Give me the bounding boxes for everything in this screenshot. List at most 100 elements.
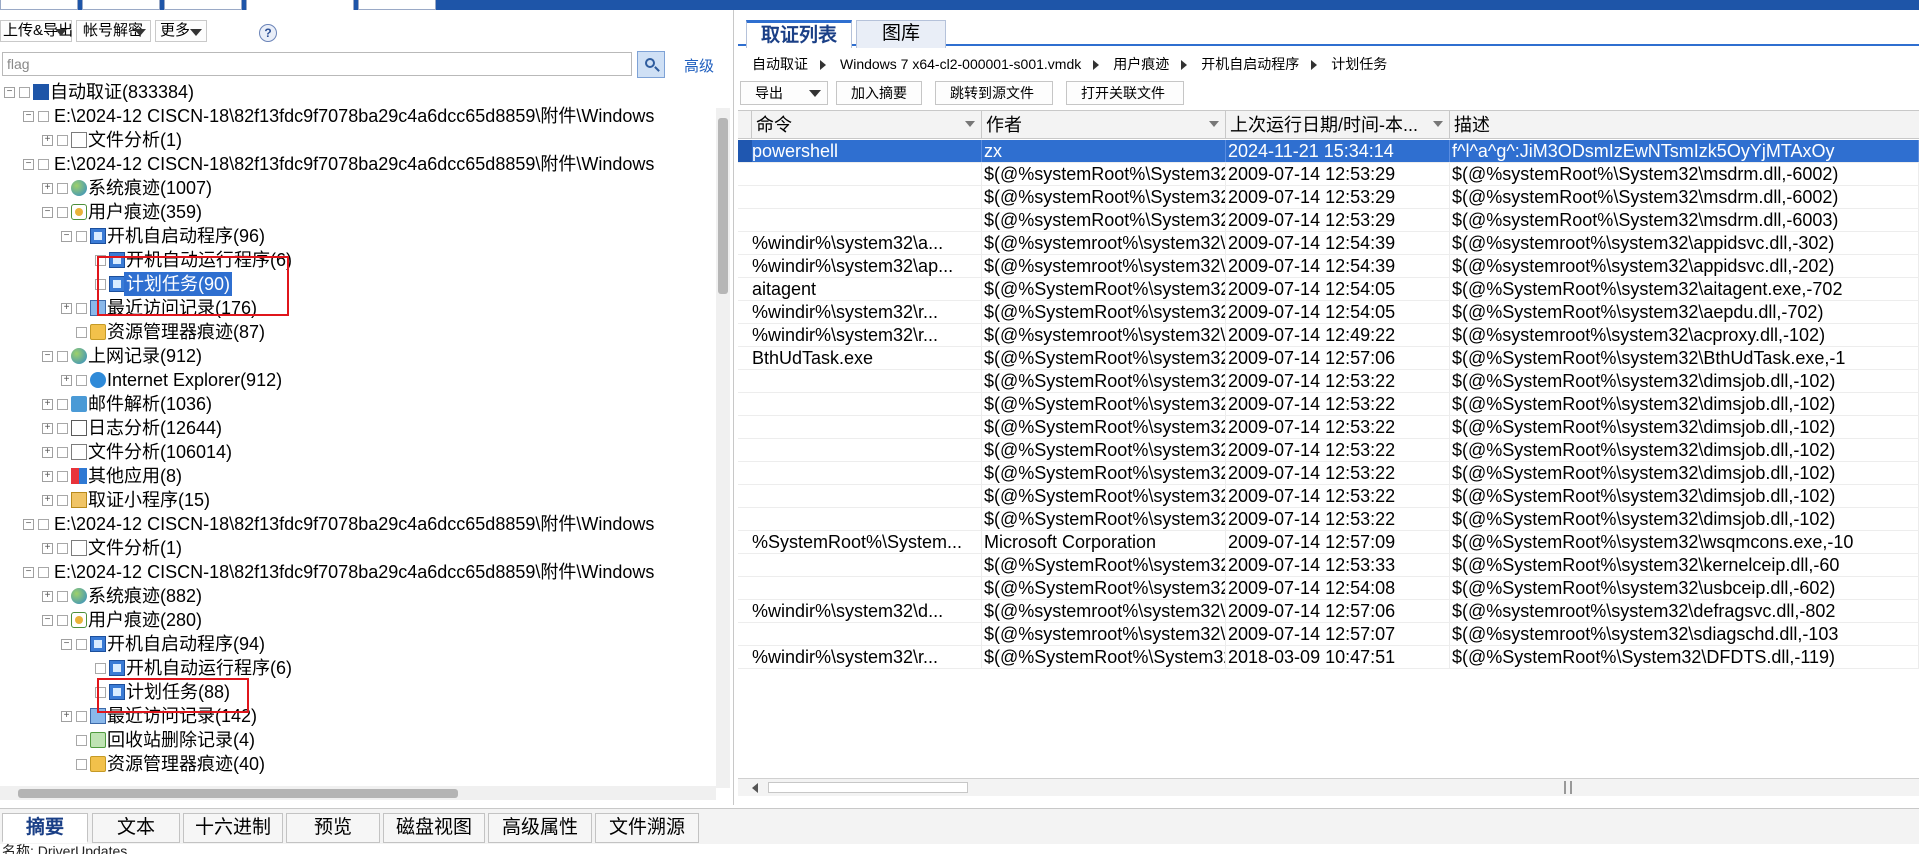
expand-icon[interactable]: + [42,183,53,194]
table-horizontal-scrollbar[interactable] [738,778,1919,796]
collapse-icon[interactable]: − [23,519,34,530]
row-indicator[interactable] [738,508,752,530]
collapse-icon[interactable]: − [42,207,53,218]
search-input[interactable] [2,52,632,76]
add-summary-button[interactable]: 加入摘要 [836,81,922,105]
expand-icon[interactable]: + [61,375,72,386]
table-row[interactable]: $(@%SystemRoot%\system32\... 2009-07-14 1… [738,393,1919,416]
tab-hex[interactable]: 十六进制 [183,813,283,843]
table-row[interactable]: powershell zx 2024-11-21 15:34:14 f^l^a^g^:… [738,140,1919,163]
tree-checkbox[interactable] [38,111,49,122]
breadcrumb-item[interactable]: 用户痕迹 [1113,56,1169,72]
collapse-icon[interactable]: − [4,87,15,98]
tab-disk-view[interactable]: 磁盘视图 [383,813,485,843]
collapse-icon[interactable]: − [23,159,34,170]
tree-node[interactable]: 资源管理器痕迹(40) [0,752,708,776]
tree-node-label[interactable]: 开机自动运行程序(6) [124,656,294,680]
table-row[interactable]: BthUdTask.exe$(@%SystemRoot%\system32\B.… [738,347,1919,370]
tree-node[interactable]: − 上网记录(912) [0,344,708,368]
collapse-icon[interactable]: − [42,615,53,626]
tree-checkbox[interactable] [57,591,68,602]
table-row[interactable]: $(@%SystemRoot%\system32\... 2009-07-14 1… [738,416,1919,439]
tree-node-label[interactable]: 资源管理器痕迹(40) [105,752,267,776]
tree-node[interactable]: + 系统痕迹(882) [0,584,708,608]
row-indicator[interactable] [738,554,752,576]
tab-summary[interactable]: 摘要 [2,813,88,843]
row-indicator[interactable] [738,140,752,162]
row-indicator[interactable] [738,347,752,369]
column-header-description[interactable]: 描述 [1450,111,1919,139]
tree-checkbox[interactable] [19,87,30,98]
row-indicator[interactable] [738,278,752,300]
table-row[interactable]: $(@%systemroot%\system32\sd...2009-07-14… [738,623,1919,646]
tree-node[interactable]: + 文件分析(1) [0,128,708,152]
row-indicator[interactable] [738,531,752,553]
tree-node[interactable]: + 邮件解析(1036) [0,392,708,416]
tree-checkbox[interactable] [57,495,68,506]
tree-node[interactable]: − 用户痕迹(280) [0,608,708,632]
tree-node[interactable]: − E:\2024-12 CISCN-18\82f13fdc9f7078ba29c… [0,512,708,536]
tree-node-label[interactable]: 开机自启动程序(96) [105,224,267,248]
table-row[interactable]: %windir%\system32\r... $(@%SystemRoot%\sy… [738,301,1919,324]
tree-node-label[interactable]: 资源管理器痕迹(87) [105,320,267,344]
tree-node[interactable]: − 用户痕迹(359) [0,200,708,224]
column-header-author[interactable]: 作者 [982,111,1226,139]
collapse-icon[interactable]: − [61,639,72,650]
tree-checkbox[interactable] [57,183,68,194]
tree-checkbox[interactable] [76,303,87,314]
breadcrumb-item[interactable]: 计划任务 [1331,56,1387,72]
top-tab-2[interactable] [82,0,160,10]
table-row[interactable]: %windir%\system32\r... $(@%systemroot%\sy… [738,324,1919,347]
tree-node[interactable]: − 开机自启动程序(96) [0,224,708,248]
breadcrumb-item[interactable]: Windows 7 x64-cl2-000001-s001.vmdk [840,56,1081,72]
expand-icon[interactable]: + [42,495,53,506]
filter-icon[interactable] [1209,121,1219,127]
expand-icon[interactable]: + [42,447,53,458]
tree-node-label[interactable]: E:\2024-12 CISCN-18\82f13fdc9f7078ba29c4… [52,152,656,176]
tree-node[interactable]: 资源管理器痕迹(87) [0,320,708,344]
top-tab-1[interactable] [0,0,78,10]
tree-checkbox[interactable] [57,351,68,362]
tree-node-label[interactable]: E:\2024-12 CISCN-18\82f13fdc9f7078ba29c4… [52,560,656,584]
tree-node[interactable]: − E:\2024-12 CISCN-18\82f13fdc9f7078ba29c… [0,104,708,128]
tree-checkbox[interactable] [57,543,68,554]
row-indicator[interactable] [738,163,752,185]
tree-node[interactable]: 开机自动运行程序(6) [0,656,708,680]
expand-icon[interactable]: + [42,135,53,146]
tree-node-label[interactable]: 系统痕迹(882) [86,584,204,608]
tree-checkbox[interactable] [76,375,87,386]
tree-node-label[interactable]: 文件分析(106014) [86,440,234,464]
open-related-file-button[interactable]: 打开关联文件 [1066,81,1184,105]
row-indicator[interactable] [738,324,752,346]
collapse-icon[interactable]: − [23,111,34,122]
table-row[interactable]: %windir%\system32\ap... $(@%systemroot%\s… [738,255,1919,278]
collapse-icon[interactable]: − [61,231,72,242]
tree-node-label[interactable]: 其他应用(8) [86,464,184,488]
tree-node-label[interactable]: 文件分析(1) [86,536,184,560]
tree-node-label[interactable]: Internet Explorer(912) [105,368,284,392]
top-tab-5[interactable] [358,0,436,10]
tree-checkbox[interactable] [76,711,87,722]
table-row[interactable]: %windir%\system32\a... $(@%systemroot%\sy… [738,232,1919,255]
tree-checkbox[interactable] [38,159,49,170]
collapse-icon[interactable]: − [42,351,53,362]
row-indicator[interactable] [738,485,752,507]
tree-checkbox[interactable] [57,135,68,146]
tree-node[interactable]: − 开机自启动程序(94) [0,632,708,656]
tree-checkbox[interactable] [57,471,68,482]
jump-to-source-button[interactable]: 跳转到源文件 [935,81,1053,105]
expand-icon[interactable]: + [42,543,53,554]
row-indicator[interactable] [738,646,752,668]
table-row[interactable]: $(@%systemRoot%\System32... 2009-07-14 12… [738,186,1919,209]
tree-node[interactable]: 回收站删除记录(4) [0,728,708,752]
breadcrumb-item[interactable]: 开机自启动程序 [1201,56,1299,72]
row-indicator[interactable] [738,232,752,254]
tree-node[interactable]: + 文件分析(1) [0,536,708,560]
tree-checkbox[interactable] [57,615,68,626]
tree-node[interactable]: − E:\2024-12 CISCN-18\82f13fdc9f7078ba29c… [0,560,708,584]
table-row[interactable]: $(@%SystemRoot%\system32\... 2009-07-14 1… [738,508,1919,531]
row-indicator[interactable] [738,301,752,323]
breadcrumb-item[interactable]: 自动取证 [752,56,808,72]
table-row[interactable]: $(@%SystemRoot%\system32\... 2009-07-14 1… [738,485,1919,508]
help-icon[interactable]: ? [259,24,277,42]
